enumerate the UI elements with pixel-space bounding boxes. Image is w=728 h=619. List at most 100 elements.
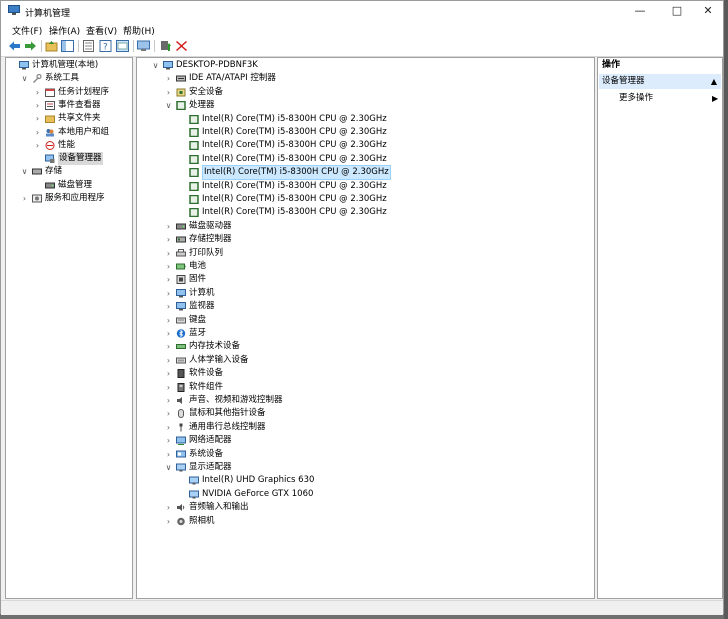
chevron-right-icon[interactable]: ›: [164, 86, 173, 99]
device-tree-item[interactable]: Intel(R) Core(TM) i5-8300H CPU @ 2.30GHz: [137, 113, 594, 126]
device-tree-item[interactable]: › IDE ATA/ATAPI 控制器: [137, 72, 594, 85]
chevron-right-icon[interactable]: ›: [33, 112, 42, 125]
device-tree-item[interactable]: › 固件: [137, 273, 594, 286]
device-tree-item[interactable]: Intel(R) Core(TM) i5-8300H CPU @ 2.30GHz: [137, 165, 594, 181]
left-tree-pane[interactable]: 计算机管理(本地) ∨ 系统工具 › 任务计划程序 › 事件查看器 › 共享文件夹 › 本地用户和组…: [5, 57, 133, 599]
chevron-down-icon[interactable]: ∨: [164, 461, 173, 474]
tree-item[interactable]: › 共享文件夹: [6, 112, 132, 125]
device-tree-item[interactable]: › 人体学输入设备: [137, 354, 594, 367]
tree-item[interactable]: › 事件查看器: [6, 99, 132, 112]
device-tree-item[interactable]: ∨ 处理器: [137, 99, 594, 112]
device-tree-item[interactable]: › 打印队列: [137, 247, 594, 260]
scan-hardware-icon[interactable]: [137, 40, 150, 52]
device-tree-item[interactable]: › 电池: [137, 260, 594, 273]
device-tree-item[interactable]: › 存储控制器: [137, 233, 594, 246]
chevron-right-icon[interactable]: ›: [164, 381, 173, 394]
device-tree-item[interactable]: › 通用串行总线控制器: [137, 421, 594, 434]
more-actions-item[interactable]: 更多操作 ▶: [619, 92, 719, 105]
back-arrow-icon[interactable]: [8, 40, 21, 52]
chevron-right-icon[interactable]: ›: [164, 300, 173, 313]
chevron-right-icon[interactable]: ›: [164, 260, 173, 273]
menu-file[interactable]: 文件(F): [12, 24, 42, 37]
chevron-right-icon[interactable]: ›: [164, 247, 173, 260]
chevron-right-icon[interactable]: ›: [20, 192, 29, 205]
menu-help[interactable]: 帮助(H): [123, 24, 155, 37]
chevron-right-icon[interactable]: ›: [164, 421, 173, 434]
device-tree-item[interactable]: › 内存技术设备: [137, 340, 594, 353]
chevron-down-icon[interactable]: ∨: [20, 72, 29, 85]
device-tree-item[interactable]: Intel(R) Core(TM) i5-8300H CPU @ 2.30GHz: [137, 153, 594, 166]
tree-item[interactable]: ∨ 存储: [6, 165, 132, 178]
forward-arrow-icon[interactable]: [24, 40, 37, 52]
chevron-right-icon[interactable]: ›: [164, 367, 173, 380]
chevron-right-icon[interactable]: ›: [164, 434, 173, 447]
chevron-right-icon[interactable]: ›: [164, 394, 173, 407]
device-tree-item[interactable]: Intel(R) Core(TM) i5-8300H CPU @ 2.30GHz: [137, 139, 594, 152]
device-tree-item[interactable]: › 安全设备: [137, 86, 594, 99]
device-tree-item[interactable]: Intel(R) UHD Graphics 630: [137, 474, 594, 487]
chevron-right-icon[interactable]: ›: [33, 86, 42, 99]
device-tree-item[interactable]: › 蓝牙: [137, 327, 594, 340]
device-tree-item[interactable]: › 键盘: [137, 314, 594, 327]
device-tree-item[interactable]: › 系统设备: [137, 448, 594, 461]
chevron-right-icon[interactable]: ›: [33, 139, 42, 152]
actions-section-device-manager[interactable]: 设备管理器 ▲: [599, 74, 721, 89]
chevron-right-icon[interactable]: ›: [33, 99, 42, 112]
properties-icon[interactable]: [82, 40, 95, 52]
tree-item[interactable]: › 本地用户和组: [6, 126, 132, 139]
chevron-right-icon[interactable]: ›: [164, 72, 173, 85]
device-tree-item[interactable]: ∨ DESKTOP-PDBNF3K: [137, 59, 594, 72]
device-tree-item[interactable]: Intel(R) Core(TM) i5-8300H CPU @ 2.30GHz: [137, 193, 594, 206]
device-tree-item[interactable]: Intel(R) Core(TM) i5-8300H CPU @ 2.30GHz: [137, 206, 594, 219]
chevron-down-icon[interactable]: ∨: [20, 165, 29, 178]
device-tree-item[interactable]: › 磁盘驱动器: [137, 220, 594, 233]
device-tree-item[interactable]: Intel(R) Core(TM) i5-8300H CPU @ 2.30GHz: [137, 180, 594, 193]
tree-item[interactable]: › 任务计划程序: [6, 86, 132, 99]
chevron-down-icon[interactable]: ∨: [164, 99, 173, 112]
collapse-up-icon[interactable]: ▲: [711, 74, 717, 89]
device-tree-item[interactable]: › 照相机: [137, 515, 594, 528]
minimize-button[interactable]: —: [623, 1, 657, 21]
chevron-down-icon[interactable]: ∨: [151, 59, 160, 72]
tree-item[interactable]: 计算机管理(本地): [6, 59, 132, 72]
tree-item[interactable]: 设备管理器: [6, 152, 132, 166]
chevron-right-icon[interactable]: ›: [164, 501, 173, 514]
chevron-right-icon[interactable]: ›: [164, 407, 173, 420]
tree-item[interactable]: › 性能: [6, 139, 132, 152]
show-hide-tree-icon[interactable]: [61, 40, 74, 52]
chevron-right-icon[interactable]: ›: [164, 287, 173, 300]
chevron-right-icon[interactable]: ›: [164, 220, 173, 233]
device-tree-item[interactable]: › 鼠标和其他指针设备: [137, 407, 594, 420]
device-tree-item[interactable]: › 音频输入和输出: [137, 501, 594, 514]
menu-action[interactable]: 操作(A): [49, 24, 80, 37]
tree-item[interactable]: 磁盘管理: [6, 179, 132, 192]
chevron-right-icon[interactable]: ›: [164, 340, 173, 353]
chevron-right-icon[interactable]: ›: [164, 273, 173, 286]
device-tree-item[interactable]: ∨ 显示适配器: [137, 461, 594, 474]
help-icon[interactable]: ?: [99, 40, 112, 52]
device-tree-item[interactable]: › 声音、视频和游戏控制器: [137, 394, 594, 407]
chevron-right-icon[interactable]: ›: [164, 314, 173, 327]
up-folder-icon[interactable]: [45, 40, 58, 52]
maximize-button[interactable]: □: [660, 1, 694, 21]
device-tree-item[interactable]: › 网络适配器: [137, 434, 594, 447]
update-driver-icon[interactable]: [159, 40, 172, 52]
device-tree-item[interactable]: Intel(R) Core(TM) i5-8300H CPU @ 2.30GHz: [137, 126, 594, 139]
device-tree-item[interactable]: NVIDIA GeForce GTX 1060: [137, 488, 594, 501]
chevron-right-icon[interactable]: ›: [33, 126, 42, 139]
chevron-right-icon[interactable]: ›: [164, 233, 173, 246]
device-tree-pane[interactable]: ∨ DESKTOP-PDBNF3K › IDE ATA/ATAPI 控制器 › 安全设备 ∨…: [136, 57, 595, 599]
close-window-button[interactable]: ✕: [691, 1, 725, 21]
console-view-icon[interactable]: [116, 40, 129, 52]
menu-view[interactable]: 查看(V): [86, 24, 117, 37]
chevron-right-icon[interactable]: ›: [164, 354, 173, 367]
chevron-right-icon[interactable]: ›: [164, 327, 173, 340]
tree-item[interactable]: ∨ 系统工具: [6, 72, 132, 85]
chevron-right-icon[interactable]: ›: [164, 515, 173, 528]
tree-item[interactable]: › 服务和应用程序: [6, 192, 132, 205]
uninstall-icon[interactable]: [175, 40, 188, 52]
chevron-right-icon[interactable]: ›: [164, 448, 173, 461]
device-tree-item[interactable]: › 计算机: [137, 287, 594, 300]
device-tree-item[interactable]: › 软件设备: [137, 367, 594, 380]
device-tree-item[interactable]: › 监视器: [137, 300, 594, 313]
